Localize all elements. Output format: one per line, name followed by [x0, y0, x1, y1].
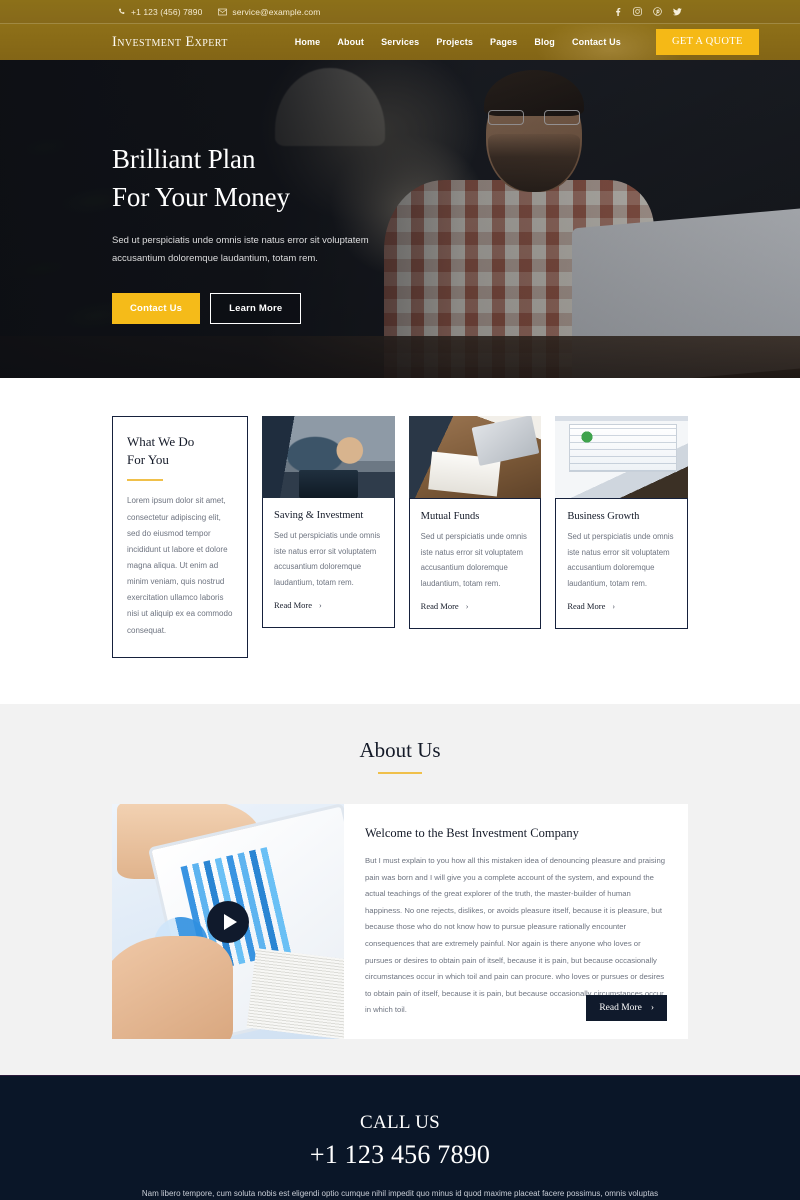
nav-item-projects[interactable]: Projects — [436, 37, 473, 47]
play-icon[interactable] — [207, 900, 249, 943]
phone-icon — [118, 8, 126, 16]
call-us-heading: CALL US — [359, 1111, 441, 1133]
hero-contact-us-button[interactable]: Contact Us — [112, 292, 201, 324]
about-heading-group: About Us — [0, 738, 800, 775]
service-read-more-link[interactable]: Read More › — [567, 601, 615, 611]
hero-section: Brilliant Plan For Your Money Sed ut per… — [0, 60, 800, 378]
topbar-phone-text: +1 123 (456) 7890 — [131, 6, 203, 17]
chevron-right-icon: › — [612, 601, 616, 611]
service-card-saving-investment[interactable]: Saving & Investment Sed ut perspiciatis … — [262, 416, 395, 629]
about-hand-pointing — [112, 935, 233, 1039]
service-text: Sed ut perspiciatis unde omnis iste natu… — [420, 532, 527, 588]
topbar-email-text: service@example.com — [232, 6, 321, 17]
service-read-more-label: Read More — [420, 601, 459, 612]
what-we-do-card: What We Do For You Lorem ipsum dolor sit… — [112, 416, 248, 658]
about-heading: About Us — [359, 737, 441, 762]
nav-item-contact-us[interactable]: Contact Us — [572, 37, 621, 47]
top-utility-bar: +1 123 (456) 7890 service@example.com — [0, 0, 800, 24]
service-card-body: Business Growth Sed ut perspiciatis unde… — [555, 498, 689, 630]
topbar-phone[interactable]: +1 123 (456) 7890 — [118, 7, 202, 17]
service-card-body: Mutual Funds Sed ut perspiciatis unde om… — [408, 498, 542, 630]
tablet-dashboard-photo — [555, 416, 689, 498]
facebook-icon[interactable] — [614, 7, 622, 16]
pinterest-icon[interactable] — [653, 7, 662, 16]
main-navbar: Investment Expert Home About Services Pr… — [0, 24, 800, 60]
service-card-mutual-funds[interactable]: Mutual Funds Sed ut perspiciatis unde om… — [408, 416, 542, 630]
topbar-email[interactable]: service@example.com — [218, 7, 320, 17]
service-read-more-label: Read More — [567, 601, 606, 612]
services-row: What We Do For You Lorem ipsum dolor sit… — [0, 416, 800, 658]
service-read-more-link[interactable]: Read More › — [274, 600, 322, 610]
about-read-more-label: Read More — [599, 1002, 642, 1013]
handshake-photo — [262, 416, 395, 498]
nav-item-services[interactable]: Services — [381, 37, 419, 47]
nav-item-blog[interactable]: Blog — [534, 37, 555, 47]
social-links — [614, 7, 682, 16]
topbar-contact-group: +1 123 (456) 7890 service@example.com — [118, 7, 614, 17]
about-text-card: Welcome to the Best Investment Company B… — [344, 804, 688, 1039]
what-we-do-title: What We Do For You — [127, 433, 233, 469]
service-read-more-label: Read More — [274, 600, 313, 611]
site-logo[interactable]: Investment Expert — [112, 34, 228, 51]
gold-divider — [127, 478, 163, 482]
about-paper — [246, 948, 344, 1039]
hero-subtitle: Sed ut perspiciatis unde omnis iste natu… — [112, 234, 369, 265]
service-title: Mutual Funds — [420, 511, 480, 522]
hero-buttons: Contact Us Learn More — [112, 292, 430, 324]
envelope-icon — [218, 8, 228, 16]
about-row: Welcome to the Best Investment Company B… — [0, 804, 800, 1039]
about-video-thumbnail[interactable] — [112, 804, 344, 1039]
service-card-business-growth[interactable]: Business Growth Sed ut perspiciatis unde… — [555, 416, 689, 630]
hero-content: Brilliant Plan For Your Money Sed ut per… — [0, 60, 430, 324]
service-title: Saving & Investment — [274, 510, 364, 521]
nav-item-pages[interactable]: Pages — [490, 37, 517, 47]
hero-title-line-2: For Your Money — [112, 182, 290, 213]
what-we-do-title-line-1: What We Do — [127, 434, 195, 449]
hero-title-line-1: Brilliant Plan — [112, 144, 256, 174]
nav-links: Home About Services Projects Pages Blog … — [295, 29, 759, 55]
about-card-title: Welcome to the Best Investment Company — [365, 826, 579, 841]
hero-learn-more-button[interactable]: Learn More — [210, 292, 302, 324]
gold-divider — [378, 771, 422, 775]
hero-title: Brilliant Plan For Your Money — [112, 140, 430, 217]
service-text: Sed ut perspiciatis unde omnis iste natu… — [274, 531, 381, 587]
call-us-phone[interactable]: +1 123 456 7890 — [0, 1140, 800, 1170]
chevron-right-icon: › — [465, 601, 469, 611]
about-read-more-button[interactable]: Read More › — [586, 994, 667, 1021]
get-a-quote-button[interactable]: GET A QUOTE — [655, 29, 759, 55]
chevron-right-icon: › — [319, 600, 322, 610]
call-us-section: CALL US +1 123 456 7890 Nam libero tempo… — [0, 1074, 800, 1200]
what-we-do-text: Lorem ipsum dolor sit amet, consectetur … — [127, 496, 233, 635]
what-we-do-title-line-2: For You — [127, 451, 169, 467]
twitter-icon[interactable] — [673, 7, 682, 16]
service-read-more-link[interactable]: Read More › — [421, 601, 469, 611]
desk-documents-photo — [408, 416, 542, 498]
instagram-icon[interactable] — [633, 7, 642, 16]
service-card-body: Saving & Investment Sed ut perspiciatis … — [262, 498, 395, 629]
services-section: What We Do For You Lorem ipsum dolor sit… — [0, 378, 800, 704]
service-title: Business Growth — [567, 511, 640, 522]
chevron-right-icon: › — [650, 1002, 654, 1013]
call-us-text: Nam libero tempore, cum soluta nobis est… — [141, 1188, 659, 1198]
nav-item-about[interactable]: About — [337, 37, 364, 47]
about-section: About Us Welcome to the Best Investment … — [0, 703, 800, 1075]
nav-item-home[interactable]: Home — [295, 37, 321, 47]
service-text: Sed ut perspiciatis unde omnis iste natu… — [567, 532, 674, 588]
